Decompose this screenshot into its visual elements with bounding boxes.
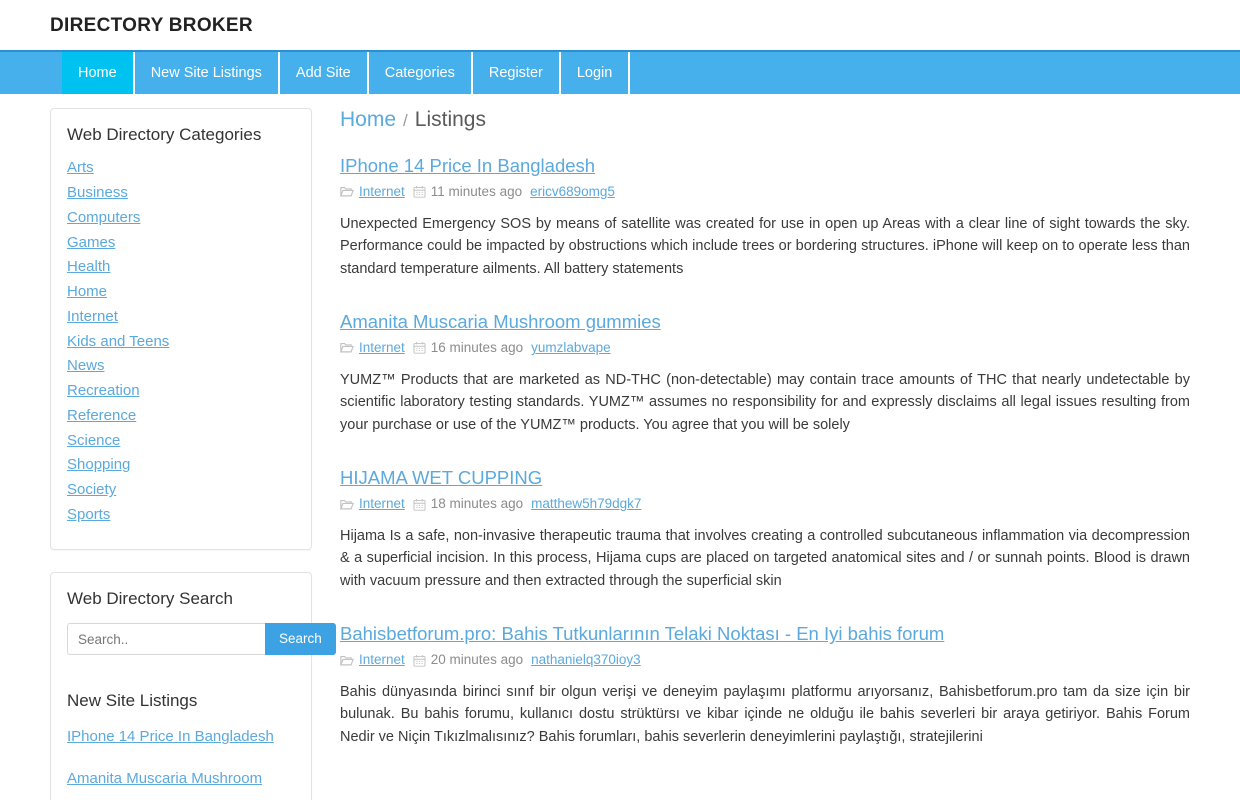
new-listing-link[interactable]: IPhone 14 Price In Bangladesh [67, 728, 274, 745]
listing-category-link[interactable]: Internet [359, 495, 405, 513]
category-link-shopping[interactable]: Shopping [67, 456, 130, 473]
category-list-item: Recreation [67, 382, 295, 401]
breadcrumb-separator: / [403, 111, 408, 130]
site-title: DIRECTORY BROKER [50, 14, 253, 36]
listing-description: Unexpected Emergency SOS by means of sat… [340, 215, 1190, 277]
folder-open-icon [340, 185, 354, 198]
listing-category-link[interactable]: Internet [359, 183, 405, 201]
nav-item-register[interactable]: Register [473, 52, 561, 94]
category-link-arts[interactable]: Arts [67, 159, 94, 176]
new-site-listings-list: IPhone 14 Price In Bangladesh Amanita Mus… [67, 727, 295, 788]
category-list-item: Science [67, 432, 295, 451]
folder-open-icon [340, 498, 354, 511]
search-button[interactable]: Search [265, 623, 336, 656]
category-list-item: Computers [67, 209, 295, 228]
listing-description: Hijama Is a safe, non-invasive therapeut… [340, 527, 1190, 589]
category-link-society[interactable]: Society [67, 481, 116, 498]
listing-category-link[interactable]: Internet [359, 651, 405, 669]
breadcrumb: Home / Listings [340, 108, 1190, 132]
category-link-games[interactable]: Games [67, 234, 115, 251]
category-link-kids-and-teens[interactable]: Kids and Teens [67, 333, 169, 350]
category-list-item: Kids and Teens [67, 333, 295, 352]
category-list-item: Health [67, 258, 295, 277]
search-input[interactable] [67, 623, 265, 656]
listing-description: YUMZ™ Products that are marketed as ND-T… [340, 371, 1190, 433]
category-list-item: Sports [67, 506, 295, 525]
nav-item-login[interactable]: Login [561, 52, 631, 94]
listing-title-link[interactable]: HIJAMA WET CUPPING [340, 466, 542, 489]
listing-timestamp: 11 minutes ago [430, 184, 523, 200]
category-link-sports[interactable]: Sports [67, 506, 110, 523]
category-list-item: Games [67, 234, 295, 253]
nav-item-categories[interactable]: Categories [369, 52, 473, 94]
categories-panel-title: Web Directory Categories [67, 125, 262, 144]
category-link-business[interactable]: Business [67, 184, 128, 201]
calendar-icon [413, 341, 426, 355]
listing-title-link[interactable]: IPhone 14 Price In Bangladesh [340, 154, 595, 177]
listing-timestamp: 18 minutes ago [430, 496, 524, 512]
category-link-reference[interactable]: Reference [67, 407, 136, 424]
nav-item-new-site-listings[interactable]: New Site Listings [135, 52, 280, 94]
folder-open-icon [340, 654, 354, 667]
listing-item: Bahisbetforum.pro: Bahis Tutkunlarının T… [340, 622, 1190, 748]
search-panel: Web Directory Search Search New Site Lis… [50, 571, 336, 800]
listing-author-link[interactable]: nathanielq370ioy3 [531, 651, 641, 669]
category-list-item: Reference [67, 407, 295, 426]
category-list-item: Business [67, 184, 295, 203]
listing-meta: Internet 11 minutes ago ericv689omg5 [340, 183, 1190, 201]
listing-category-link[interactable]: Internet [359, 339, 405, 357]
calendar-icon [413, 185, 426, 199]
breadcrumb-current: Listings [414, 108, 486, 131]
listing-timestamp: 20 minutes ago [430, 652, 524, 668]
category-link-news[interactable]: News [67, 357, 105, 374]
category-list: Arts Business Computers Games Health Home Inte… [67, 159, 295, 524]
listing-meta: Internet 20 minutes ago nathanielq370ioy3 [340, 651, 1190, 669]
listing-timestamp: 16 minutes ago [430, 340, 524, 356]
new-listing-link[interactable]: Amanita Muscaria Mushroom [67, 770, 262, 787]
new-listing-item: Amanita Muscaria Mushroom [67, 769, 295, 789]
categories-panel: Web Directory Categories Arts Business Com… [50, 108, 312, 550]
category-link-internet[interactable]: Internet [67, 308, 118, 325]
new-listing-item: IPhone 14 Price In Bangladesh [67, 727, 295, 747]
page-wrapper: Web Directory Categories Arts Business Com… [0, 94, 1240, 800]
category-list-item: Arts [67, 159, 295, 178]
new-site-listings-title: New Site Listings [67, 691, 198, 711]
listing-item: HIJAMA WET CUPPING Internet 18 minutes ago… [340, 466, 1190, 592]
main-content: Home / Listings IPhone 14 Price In Bangl… [340, 108, 1190, 778]
category-list-item: Home [67, 283, 295, 302]
site-header: DIRECTORY BROKER [0, 0, 1240, 50]
calendar-icon [413, 498, 426, 511]
category-link-health[interactable]: Health [67, 258, 110, 275]
listing-item: Amanita Muscaria Mushroom gummies Interne… [340, 310, 1190, 436]
listing-meta: Internet 18 minutes ago matthew5h79dgk7 [340, 495, 1190, 513]
search-row: Search [67, 623, 336, 656]
search-panel-title: Web Directory Search [67, 588, 233, 608]
category-list-item: Internet [67, 308, 295, 327]
sidebar: Web Directory Categories Arts Business Com… [50, 108, 336, 800]
category-link-home[interactable]: Home [67, 283, 107, 300]
nav-item-home[interactable]: Home [62, 52, 135, 94]
listing-meta: Internet 16 minutes ago yumzlabvape [340, 339, 1190, 357]
listings-container: IPhone 14 Price In Bangladesh Internet 11 … [340, 154, 1190, 748]
category-link-recreation[interactable]: Recreation [67, 382, 140, 399]
category-list-item: Society [67, 481, 295, 500]
listing-description: Bahis dünyasında birinci sınıf bir olgun… [340, 683, 1190, 745]
listing-title-link[interactable]: Bahisbetforum.pro: Bahis Tutkunlarının T… [340, 622, 944, 645]
breadcrumb-home-link[interactable]: Home [340, 108, 396, 132]
category-link-computers[interactable]: Computers [67, 209, 140, 226]
folder-open-icon [340, 341, 354, 354]
listing-author-link[interactable]: yumzlabvape [531, 339, 611, 357]
category-list-item: Shopping [67, 456, 295, 475]
category-link-science[interactable]: Science [67, 432, 120, 449]
listing-author-link[interactable]: ericv689omg5 [530, 183, 615, 201]
category-list-item: News [67, 357, 295, 376]
listing-item: IPhone 14 Price In Bangladesh Internet 11 … [340, 154, 1190, 280]
calendar-icon [413, 654, 426, 667]
main-navigation: Home New Site Listings Add Site Categories R… [0, 50, 1240, 94]
listing-author-link[interactable]: matthew5h79dgk7 [531, 495, 641, 513]
listing-title-link[interactable]: Amanita Muscaria Mushroom gummies [340, 310, 661, 333]
nav-item-add-site[interactable]: Add Site [280, 52, 369, 94]
